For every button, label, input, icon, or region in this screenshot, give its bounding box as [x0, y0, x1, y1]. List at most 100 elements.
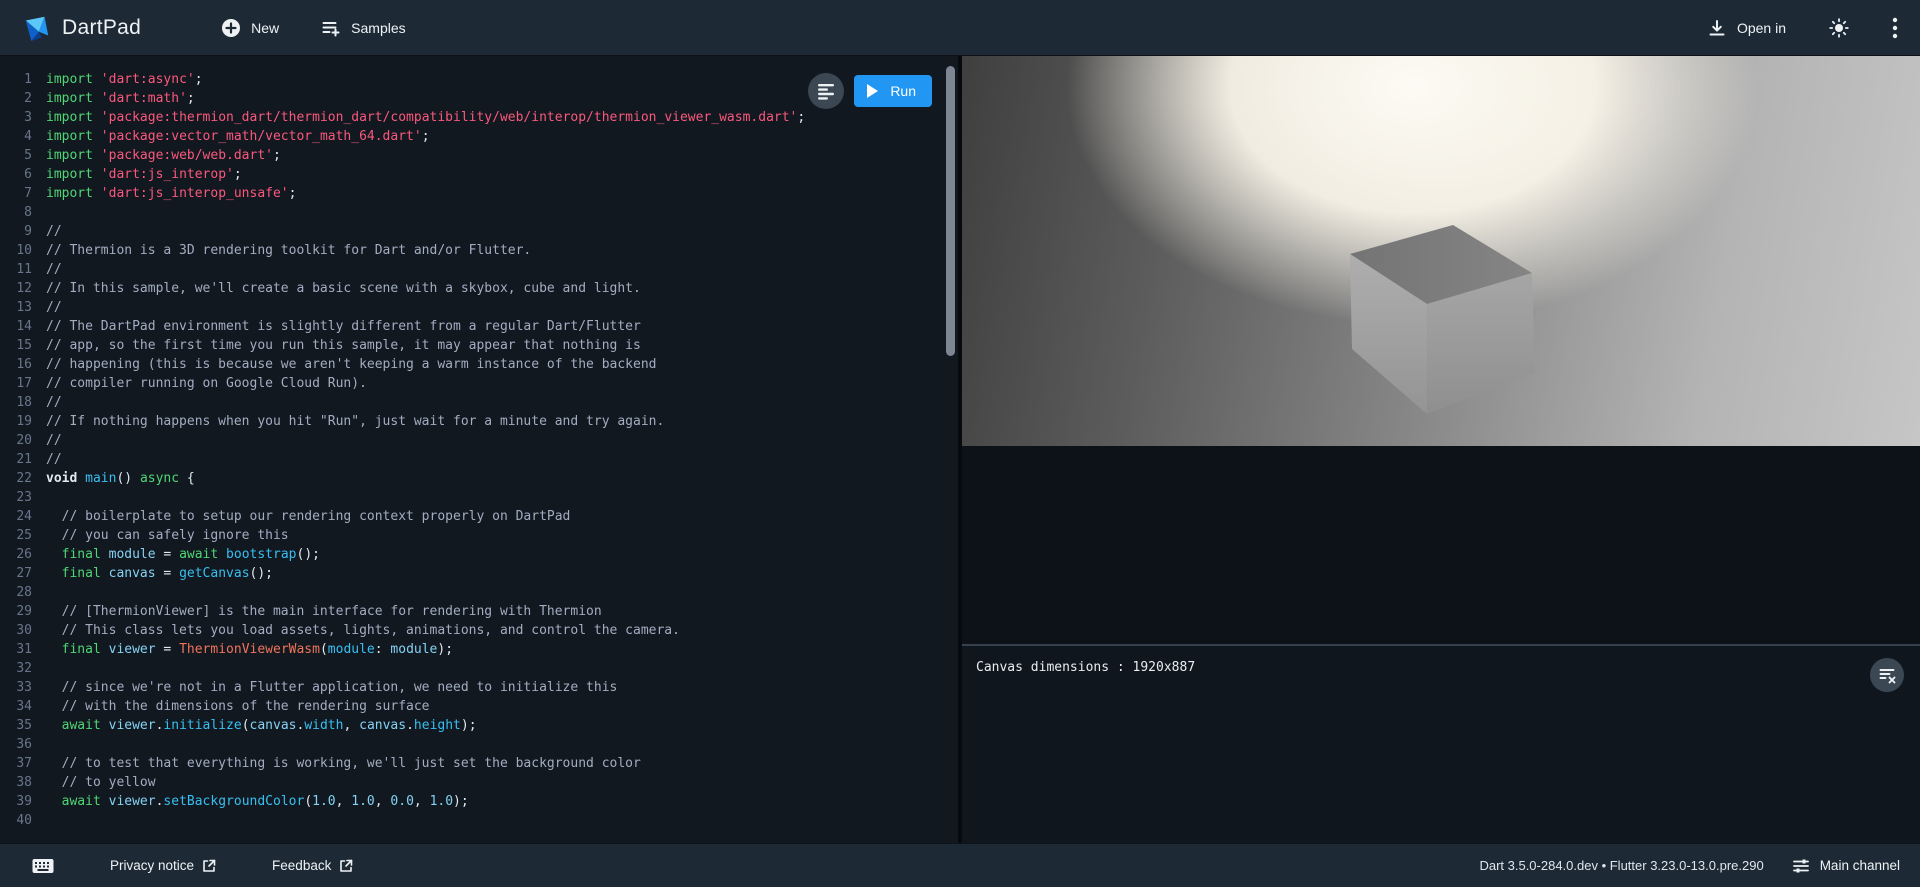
samples-button-label: Samples [351, 20, 405, 36]
add-circle-icon [221, 18, 241, 38]
code-lines: 1import 'dart:async';2import 'dart:math'… [0, 56, 958, 830]
channel-selector[interactable]: Main channel [1786, 856, 1906, 876]
line-number: 40 [4, 811, 32, 830]
code-line[interactable]: 32 [4, 659, 958, 678]
footer-left: Privacy notice Feedback [26, 857, 359, 875]
line-number: 6 [4, 165, 32, 184]
line-number: 24 [4, 507, 32, 526]
line-number: 19 [4, 412, 32, 431]
tune-icon [1792, 857, 1810, 875]
line-number: 20 [4, 431, 32, 450]
code-line[interactable]: 16// happening (this is because we aren'… [4, 355, 958, 374]
code-line[interactable]: 36 [4, 735, 958, 754]
code-line[interactable]: 31 final viewer = ThermionViewerWasm(mod… [4, 640, 958, 659]
line-number: 36 [4, 735, 32, 754]
code-line[interactable]: 9// [4, 222, 958, 241]
code-line[interactable]: 29 // [ThermionViewer] is the main inter… [4, 602, 958, 621]
overflow-menu-button[interactable] [1884, 11, 1906, 45]
main-area: 1import 'dart:async';2import 'dart:math'… [0, 56, 1920, 843]
editor-actions: Run [808, 73, 932, 109]
code-line[interactable]: 23 [4, 488, 958, 507]
code-line[interactable]: 37 // to test that everything is working… [4, 754, 958, 773]
line-number: 2 [4, 89, 32, 108]
code-line[interactable]: 22void main() async { [4, 469, 958, 488]
code-line[interactable]: 33 // since we're not in a Flutter appli… [4, 678, 958, 697]
feedback-label: Feedback [272, 858, 331, 873]
code-line[interactable]: 24 // boilerplate to setup our rendering… [4, 507, 958, 526]
line-number: 18 [4, 393, 32, 412]
code-line[interactable]: 34 // with the dimensions of the renderi… [4, 697, 958, 716]
code-line[interactable]: 18// [4, 393, 958, 412]
code-line[interactable]: 27 final canvas = getCanvas(); [4, 564, 958, 583]
code-line[interactable]: 4import 'package:vector_math/vector_math… [4, 127, 958, 146]
code-line[interactable]: 17// compiler running on Google Cloud Ru… [4, 374, 958, 393]
code-line[interactable]: 3import 'package:thermion_dart/thermion_… [4, 108, 958, 127]
theme-toggle-button[interactable] [1820, 11, 1858, 45]
code-line[interactable]: 15// app, so the first time you run this… [4, 336, 958, 355]
line-number: 21 [4, 450, 32, 469]
line-number: 37 [4, 754, 32, 773]
privacy-notice-link[interactable]: Privacy notice [104, 857, 222, 874]
code-line[interactable]: 30 // This class lets you load assets, l… [4, 621, 958, 640]
samples-button[interactable]: Samples [313, 12, 413, 44]
code-line[interactable]: 38 // to yellow [4, 773, 958, 792]
code-line[interactable]: 13// [4, 298, 958, 317]
new-button-label: New [251, 20, 279, 36]
download-icon [1707, 18, 1727, 38]
cube-render [962, 56, 1920, 446]
dart-logo-icon [22, 13, 52, 43]
line-number: 17 [4, 374, 32, 393]
line-number: 23 [4, 488, 32, 507]
line-number: 12 [4, 279, 32, 298]
code-line[interactable]: 5import 'package:web/web.dart'; [4, 146, 958, 165]
editor-scrollbar[interactable] [946, 66, 955, 356]
line-number: 3 [4, 108, 32, 127]
code-line[interactable]: 14// The DartPad environment is slightly… [4, 317, 958, 336]
line-number: 16 [4, 355, 32, 374]
code-line[interactable]: 20// [4, 431, 958, 450]
format-button[interactable] [808, 73, 844, 109]
version-info: Dart 3.5.0-284.0.dev • Flutter 3.23.0-13… [1479, 858, 1763, 873]
new-button[interactable]: New [213, 12, 287, 44]
clear-console-button[interactable] [1870, 658, 1904, 692]
playlist-add-icon [321, 18, 341, 38]
line-number: 4 [4, 127, 32, 146]
line-number: 38 [4, 773, 32, 792]
channel-label: Main channel [1820, 858, 1900, 873]
code-line[interactable]: 19// If nothing happens when you hit "Ru… [4, 412, 958, 431]
code-line[interactable]: 21// [4, 450, 958, 469]
line-number: 29 [4, 602, 32, 621]
code-line[interactable]: 8 [4, 203, 958, 222]
line-number: 10 [4, 241, 32, 260]
code-line[interactable]: 28 [4, 583, 958, 602]
feedback-link[interactable]: Feedback [266, 857, 359, 874]
code-line[interactable]: 39 await viewer.setBackgroundColor(1.0, … [4, 792, 958, 811]
run-button[interactable]: Run [854, 75, 932, 107]
line-number: 8 [4, 203, 32, 222]
code-line[interactable]: 25 // you can safely ignore this [4, 526, 958, 545]
line-number: 5 [4, 146, 32, 165]
render-viewport-3d[interactable] [962, 56, 1920, 446]
line-number: 1 [4, 70, 32, 89]
line-number: 14 [4, 317, 32, 336]
open-in-button[interactable]: Open in [1699, 12, 1794, 44]
line-number: 22 [4, 469, 32, 488]
line-number: 33 [4, 678, 32, 697]
code-line[interactable]: 7import 'dart:js_interop_unsafe'; [4, 184, 958, 203]
open-in-new-icon [202, 859, 216, 873]
code-line[interactable]: 11// [4, 260, 958, 279]
keyboard-shortcuts-button[interactable] [26, 857, 60, 875]
output-pane: Canvas dimensions : 1920x887 [962, 56, 1920, 843]
code-line[interactable]: 10// Thermion is a 3D rendering toolkit … [4, 241, 958, 260]
open-in-new-icon [339, 859, 353, 873]
console-panel[interactable]: Canvas dimensions : 1920x887 [962, 646, 1920, 843]
line-number: 32 [4, 659, 32, 678]
code-line[interactable]: 40 [4, 811, 958, 830]
code-editor[interactable]: 1import 'dart:async';2import 'dart:math'… [0, 56, 958, 843]
app-title: DartPad [62, 16, 141, 40]
code-line[interactable]: 26 final module = await bootstrap(); [4, 545, 958, 564]
code-line[interactable]: 35 await viewer.initialize(canvas.width,… [4, 716, 958, 735]
dartpad-app: DartPad New Samples [0, 0, 1920, 887]
code-line[interactable]: 6import 'dart:js_interop'; [4, 165, 958, 184]
code-line[interactable]: 12// In this sample, we'll create a basi… [4, 279, 958, 298]
